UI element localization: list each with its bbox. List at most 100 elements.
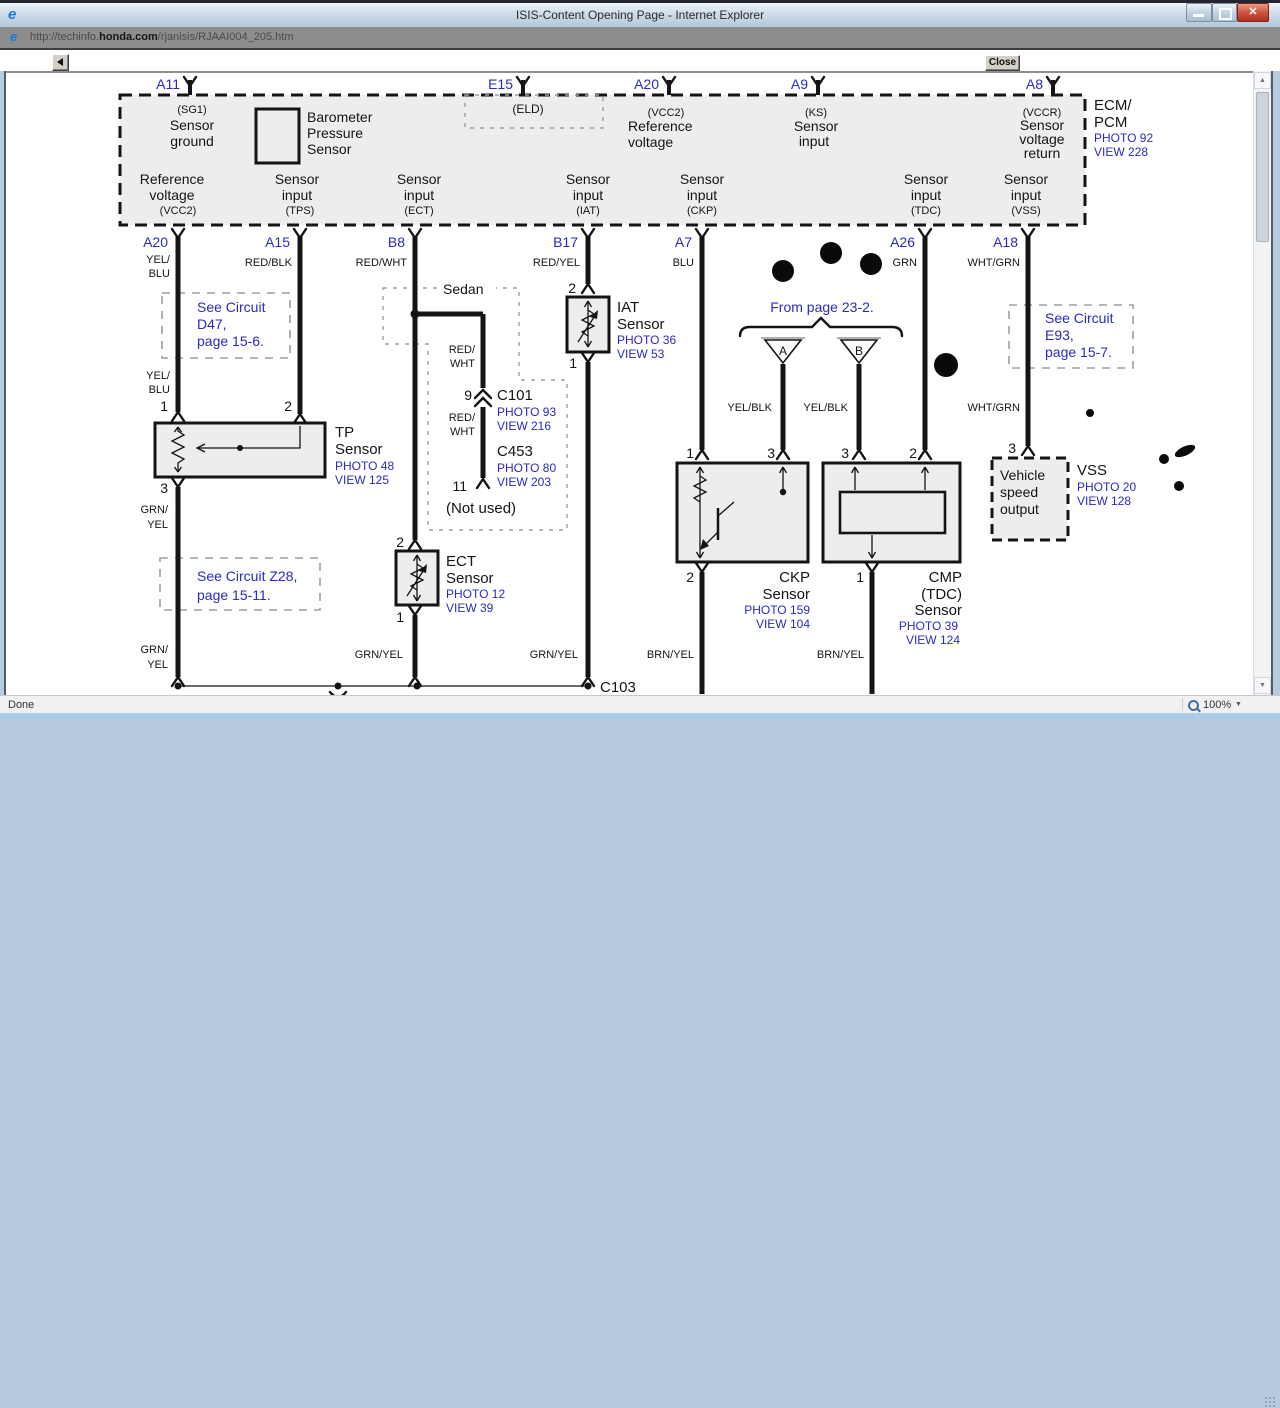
c101-label: C101 xyxy=(497,387,533,404)
vss-pin3: 3 xyxy=(1008,440,1016,456)
resize-grip[interactable] xyxy=(1264,1396,1276,1408)
ecm-vcc2-line2: voltage xyxy=(628,134,673,150)
wire-whtgrn-1: WHT/GRN xyxy=(967,257,1020,269)
pin-b8[interactable]: B8 xyxy=(388,234,405,250)
wire-grn: GRN xyxy=(893,257,918,269)
ie-page-icon: e xyxy=(10,29,18,44)
wire-whtgrn-2: WHT/GRN xyxy=(967,402,1020,414)
iat-photo-link[interactable]: PHOTO 36 xyxy=(617,333,676,347)
cmp-top-forks xyxy=(851,448,933,461)
c101-pin9: 9 xyxy=(464,387,472,403)
pin-a15[interactable]: A15 xyxy=(265,234,290,250)
back-button[interactable] xyxy=(52,54,69,71)
close-page-button[interactable]: Close xyxy=(985,55,1020,71)
iat-view-link[interactable]: VIEW 53 xyxy=(617,347,665,361)
ect-pin1: 1 xyxy=(396,609,404,625)
ckp-view-link[interactable]: VIEW 104 xyxy=(756,617,810,631)
magnifier-icon xyxy=(1188,700,1201,713)
cmp-photo-link[interactable]: PHOTO 39 xyxy=(899,619,958,633)
circuit-d47-line1[interactable]: See Circuit xyxy=(197,299,266,315)
barometer-line1: Barometer xyxy=(307,109,373,125)
barometer-line3: Sensor xyxy=(307,141,352,157)
close-window-button[interactable]: ✕ xyxy=(1237,3,1269,22)
iat-name-line1: IAT xyxy=(617,299,639,316)
pin-a11[interactable]: A11 xyxy=(156,76,180,92)
ecm-view-link[interactable]: VIEW 228 xyxy=(1094,145,1148,159)
iat-pin2: 2 xyxy=(568,280,576,296)
pin-a7[interactable]: A7 xyxy=(675,234,692,250)
ecm-sg1-line2: ground xyxy=(170,133,214,149)
svg-text:(VSS): (VSS) xyxy=(1011,205,1040,217)
url-prefix: http://techinfo. xyxy=(30,31,100,43)
wire-grnyel-1b: YEL xyxy=(147,519,168,531)
brace-symbol xyxy=(738,316,904,338)
c103-ground-line xyxy=(170,675,596,699)
url-path: /rjanisis/RJAAI004_205.htm xyxy=(157,31,294,43)
wire-redyel: RED/YEL xyxy=(533,257,580,269)
c453-view-link[interactable]: VIEW 203 xyxy=(497,475,551,489)
svg-text:input: input xyxy=(687,187,717,203)
svg-text:(VCC2): (VCC2) xyxy=(160,205,197,217)
tp-pin1: 1 xyxy=(160,398,168,414)
cmp-view-link[interactable]: VIEW 124 xyxy=(906,633,960,647)
ecm-photo-link[interactable]: PHOTO 92 xyxy=(1094,131,1153,145)
circuit-z28-line1[interactable]: See Circuit Z28, xyxy=(197,568,297,584)
url-text[interactable]: http://techinfo.honda.com/rjanisis/RJAAI… xyxy=(30,31,294,43)
cmp-name-line3: Sensor xyxy=(914,602,962,619)
pin-a20[interactable]: A20 xyxy=(143,234,168,250)
ecm-title-line1: ECM/ xyxy=(1094,97,1132,114)
ect-view-link[interactable]: VIEW 39 xyxy=(446,601,494,615)
svg-text:Sensor: Sensor xyxy=(566,171,611,187)
svg-text:voltage: voltage xyxy=(149,187,194,203)
tp-photo-link[interactable]: PHOTO 48 xyxy=(335,459,394,473)
wire-redwht: RED/WHT xyxy=(356,257,408,269)
address-bar[interactable]: e http://techinfo.honda.com/rjanisis/RJA… xyxy=(0,27,1280,50)
maximize-button[interactable] xyxy=(1212,3,1237,22)
circuit-d47-line3[interactable]: page 15-6. xyxy=(197,333,264,349)
circuit-e93-line3[interactable]: page 15-7. xyxy=(1045,344,1112,360)
wire-yelblu-1a: YEL/ xyxy=(146,254,171,266)
ect-pin2: 2 xyxy=(396,534,404,550)
circuit-d47-line2[interactable]: D47, xyxy=(197,316,227,332)
status-bar: Done 100% ▼ xyxy=(0,695,1280,1408)
wire-redblk: RED/BLK xyxy=(245,257,293,269)
minimize-button[interactable] xyxy=(1186,3,1212,22)
pin-a8[interactable]: A8 xyxy=(1026,76,1043,92)
url-domain: honda.com xyxy=(99,31,158,43)
cmp-pin1: 1 xyxy=(856,569,864,585)
pin-b17[interactable]: B17 xyxy=(553,234,578,250)
pin-a9[interactable]: A9 xyxy=(791,76,808,92)
pin-a26[interactable]: A26 xyxy=(890,234,915,250)
circuit-e93-line1[interactable]: See Circuit xyxy=(1045,310,1114,326)
scrollbar-up-button[interactable]: ▲ xyxy=(1254,72,1271,89)
pin-e15[interactable]: E15 xyxy=(488,76,513,92)
scrollbar-thumb[interactable] xyxy=(1256,92,1269,242)
scrollbar-down-button[interactable]: ▼ xyxy=(1254,677,1271,694)
back-arrow-icon xyxy=(57,58,63,66)
c101-photo-link[interactable]: PHOTO 93 xyxy=(497,405,556,419)
wire-grnyel-2a: GRN/ xyxy=(141,644,169,656)
vss-box-line3: output xyxy=(1000,501,1039,517)
barometer-sensor-box xyxy=(254,107,301,165)
c453-pin11-fork xyxy=(475,477,491,490)
from-page-link[interactable]: From page 23-2. xyxy=(770,299,874,315)
wire-redwht-2b: WHT xyxy=(450,358,475,370)
ecm-sg1-code: (SG1) xyxy=(177,104,206,116)
c453-photo-link[interactable]: PHOTO 80 xyxy=(497,461,556,475)
vss-view-link[interactable]: VIEW 128 xyxy=(1077,494,1131,508)
wire-brnyel-2: BRN/YEL xyxy=(817,649,864,661)
pin-a18[interactable]: A18 xyxy=(993,234,1018,250)
page-toolbar: Close xyxy=(0,50,1280,71)
ect-photo-link[interactable]: PHOTO 12 xyxy=(446,587,505,601)
pin-a20-top[interactable]: A20 xyxy=(634,76,659,92)
circuit-e93-line2[interactable]: E93, xyxy=(1045,327,1074,343)
svg-text:Sensor: Sensor xyxy=(397,171,442,187)
ecm-sg1-line1: Sensor xyxy=(170,117,215,133)
circuit-z28-line2[interactable]: page 15-11. xyxy=(197,587,271,603)
tp-view-link[interactable]: VIEW 125 xyxy=(335,473,389,487)
ckp-photo-link[interactable]: PHOTO 159 xyxy=(744,603,810,617)
vss-photo-link[interactable]: PHOTO 20 xyxy=(1077,480,1136,494)
c101-view-link[interactable]: VIEW 216 xyxy=(497,419,551,433)
ckp-name-line1: CKP xyxy=(779,569,810,586)
wire-redwht-2a: RED/ xyxy=(449,344,476,356)
